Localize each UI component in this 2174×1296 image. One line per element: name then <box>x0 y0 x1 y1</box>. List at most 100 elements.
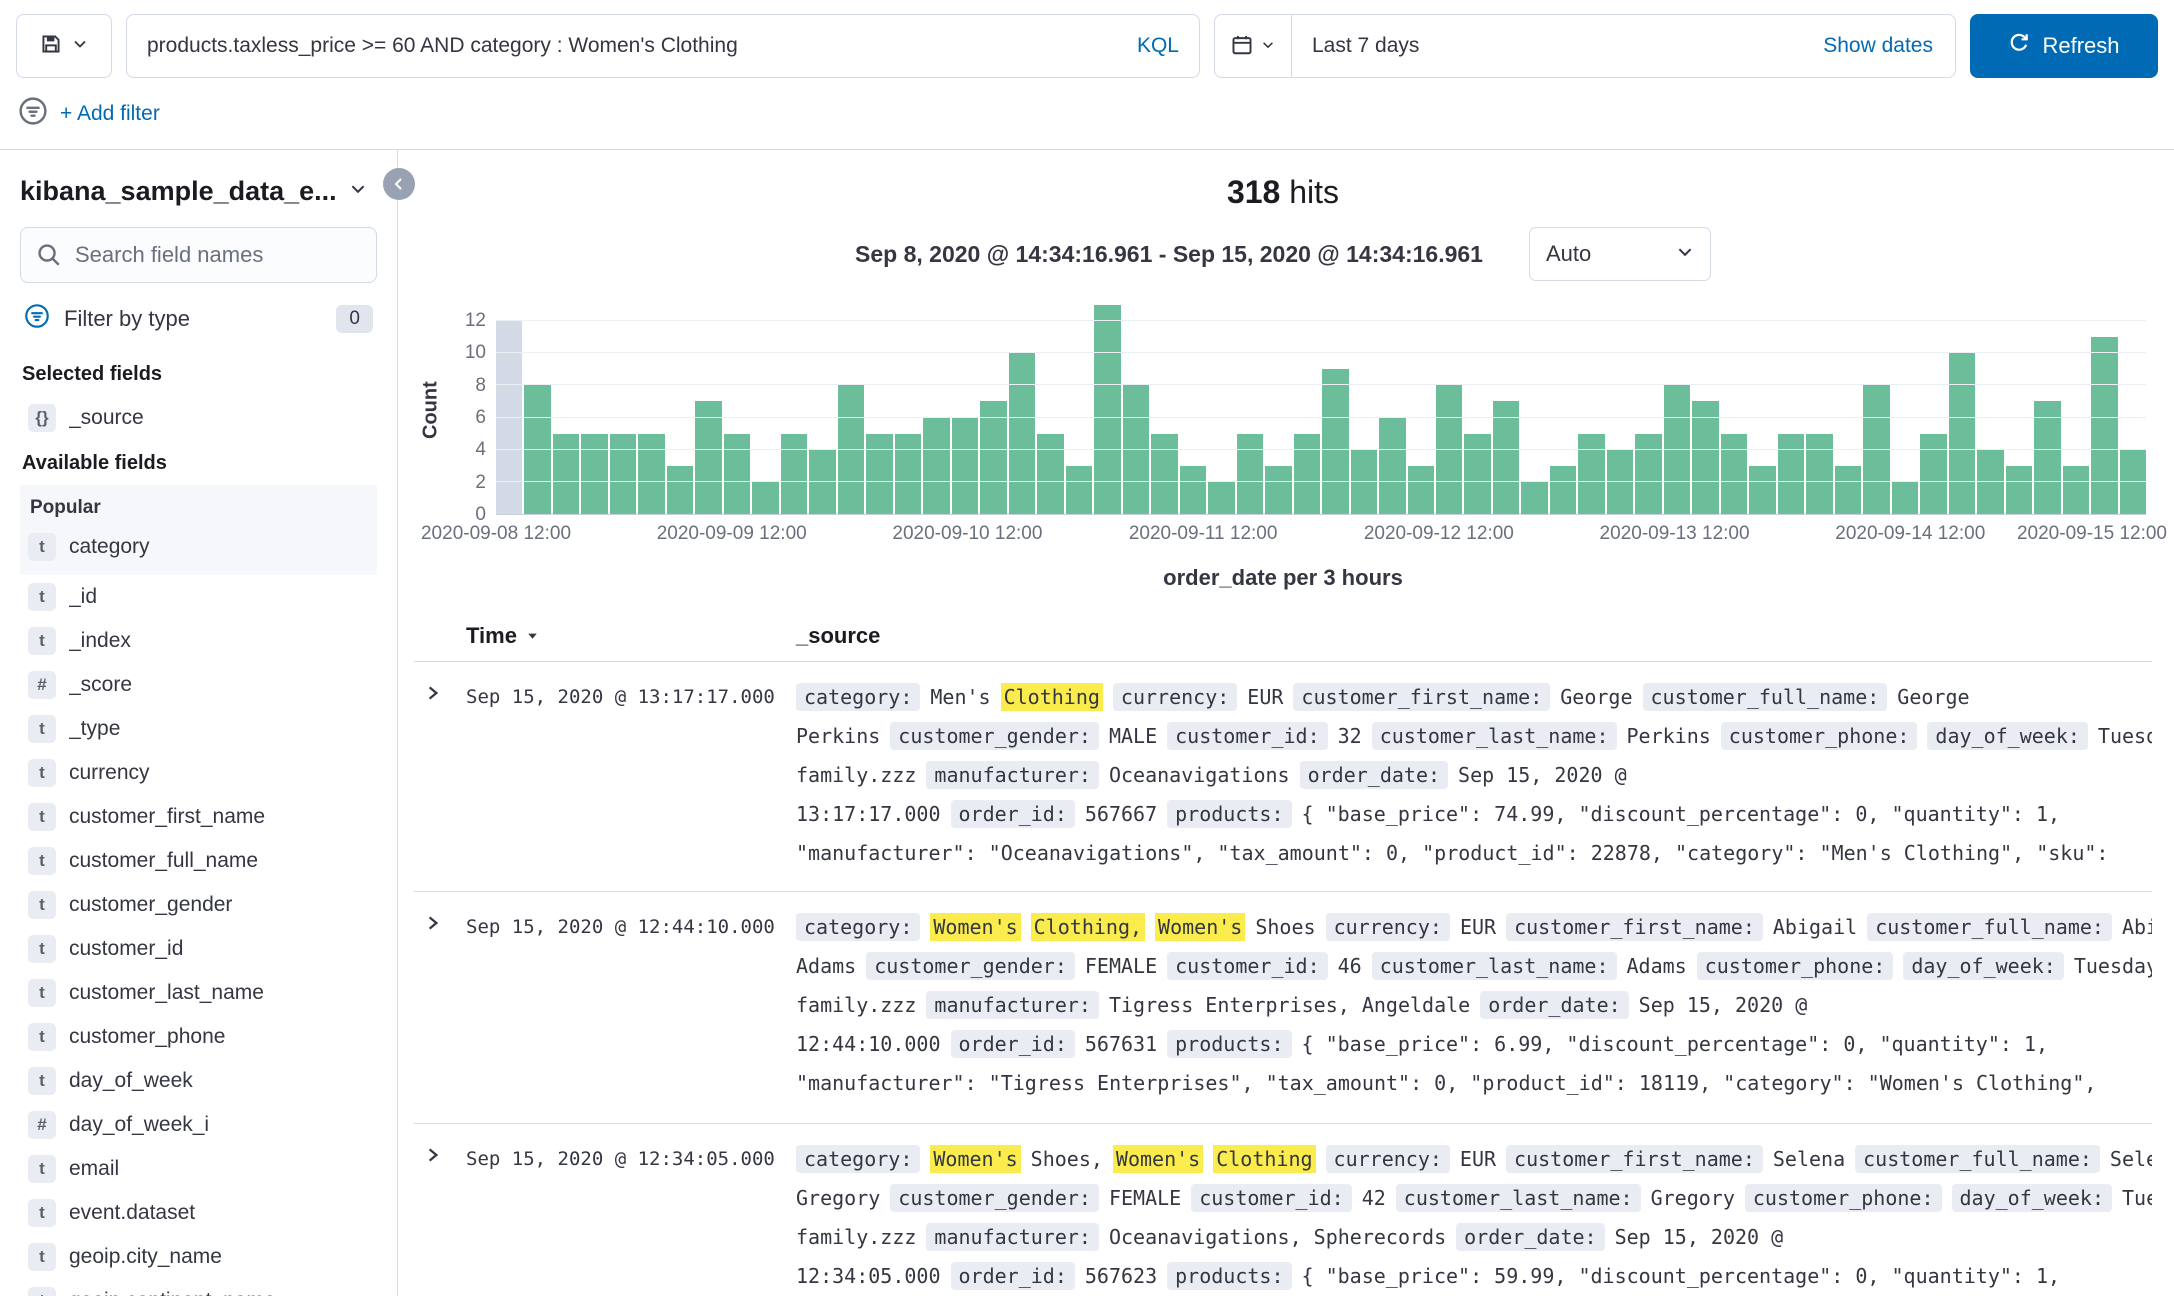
histogram-bar <box>752 481 779 514</box>
index-pattern-selector[interactable]: kibana_sample_data_e... <box>20 176 377 207</box>
histogram-bar <box>581 433 608 514</box>
field-item-category[interactable]: t category <box>20 525 377 569</box>
field-item-geoip.continent_name[interactable]: t geoip.continent_name <box>20 1279 377 1296</box>
filter-menu-icon[interactable] <box>18 96 48 131</box>
document-row: Sep 15, 2020 @ 12:34:05.000 category: Wome… <box>414 1124 2152 1296</box>
filter-by-type-button[interactable]: Filter by type 0 <box>20 297 377 351</box>
field-name: customer_gender <box>69 893 233 916</box>
field-item-_type[interactable]: t _type <box>20 707 377 751</box>
field-item-_source[interactable]: {} _source <box>20 396 377 440</box>
histogram-plot[interactable] <box>496 305 2147 515</box>
doc-field-name: products: <box>1167 1030 1292 1058</box>
gridline <box>496 352 2146 354</box>
saved-query-menu-button[interactable] <box>16 14 112 78</box>
histogram-bar <box>1008 353 1036 514</box>
field-item-customer_last_name[interactable]: t customer_last_name <box>20 971 377 1015</box>
doc-field-value: EUR <box>1459 1147 1497 1171</box>
field-item-day_of_week_i[interactable]: # day_of_week_i <box>20 1103 377 1147</box>
sort-descending-icon[interactable] <box>525 623 540 649</box>
show-dates-button[interactable]: Show dates <box>1801 34 1955 58</box>
histogram-bar <box>1151 433 1178 514</box>
histogram-bar <box>1749 465 1776 514</box>
field-item-_id[interactable]: t _id <box>20 575 377 619</box>
table-rows: Sep 15, 2020 @ 13:17:17.000 category: Men'… <box>414 662 2152 1296</box>
hits-label: hits <box>1289 174 1340 210</box>
histogram-bar <box>780 433 808 514</box>
timepicker-calendar-button[interactable] <box>1215 15 1292 77</box>
field-name: customer_full_name <box>69 849 259 872</box>
doc-field-name: customer_id: <box>1167 952 1328 980</box>
field-item-customer_first_name[interactable]: t customer_first_name <box>20 795 377 839</box>
field-item-day_of_week[interactable]: t day_of_week <box>20 1059 377 1103</box>
y-tick-label: 4 <box>475 439 486 461</box>
field-type-t-icon: t <box>28 1199 56 1227</box>
doc-field-name: products: <box>1167 1262 1292 1290</box>
histogram-bar <box>1407 465 1434 514</box>
doc-field-name: customer_gender: <box>866 952 1075 980</box>
y-tick-label: 8 <box>475 374 486 396</box>
doc-field-value: Men's <box>930 685 991 709</box>
field-type-t-icon: t <box>28 583 56 611</box>
doc-field-name: day_of_week: <box>1951 1184 2112 1212</box>
histogram-bar <box>1464 433 1491 514</box>
doc-field-name: customer_full_name: <box>1642 683 1888 711</box>
field-type-src-icon: {} <box>28 404 56 432</box>
expand-row-button[interactable] <box>414 678 446 705</box>
doc-field-value: 46 <box>1337 954 1362 978</box>
field-item-_index[interactable]: t _index <box>20 619 377 663</box>
search-icon <box>36 242 62 273</box>
time-column-header[interactable]: Time <box>466 623 517 649</box>
field-type-t-icon: t <box>28 1023 56 1051</box>
search-field-names-input[interactable] <box>20 227 377 283</box>
field-item-customer_id[interactable]: t customer_id <box>20 927 377 971</box>
time-range-display: Sep 8, 2020 @ 14:34:16.961 - Sep 15, 202… <box>855 240 1483 267</box>
field-item-customer_phone[interactable]: t customer_phone <box>20 1015 377 1059</box>
histogram-bar <box>1379 417 1406 514</box>
field-name: _index <box>69 629 131 652</box>
chevron-down-icon <box>72 36 88 57</box>
histogram-bar <box>1948 353 1976 514</box>
collapse-sidebar-button[interactable] <box>383 168 415 200</box>
doc-field-value: Oceanavigations <box>1108 763 1290 787</box>
query-text[interactable]: products.taxless_price >= 60 AND categor… <box>147 34 1123 58</box>
histogram-bar <box>894 433 922 514</box>
doc-source: category: Women's Shoes, Women's Clothing cur… <box>796 1140 2152 1296</box>
hits-number: 318 <box>1226 174 1281 210</box>
refresh-button[interactable]: Refresh <box>1970 14 2158 78</box>
field-item-email[interactable]: t email <box>20 1147 377 1191</box>
doc-field-value: Perkins <box>1626 724 1711 748</box>
field-type-t-icon: t <box>28 1155 56 1183</box>
doc-field-name: customer_last_name: <box>1371 722 1617 750</box>
histogram-bar <box>1293 433 1321 514</box>
doc-field-name: customer_first_name: <box>1293 683 1551 711</box>
x-tick-label: 2020-09-09 12:00 <box>656 523 807 544</box>
histogram-bar <box>1208 481 1235 514</box>
field-name: customer_phone <box>69 1025 226 1048</box>
doc-field-name: manufacturer: <box>926 761 1099 789</box>
field-item-geoip.city_name[interactable]: t geoip.city_name <box>20 1235 377 1279</box>
histogram-bar <box>1265 465 1292 514</box>
query-input[interactable]: products.taxless_price >= 60 AND categor… <box>126 14 1200 78</box>
histogram-bar <box>951 417 979 514</box>
timepicker-quick-range[interactable]: Last 7 days <box>1292 34 1801 58</box>
field-item-_score[interactable]: # _score <box>20 663 377 707</box>
expand-row-button[interactable] <box>414 1140 446 1167</box>
field-item-customer_full_name[interactable]: t customer_full_name <box>20 839 377 883</box>
x-tick-label: 2020-09-10 12:00 <box>892 523 1043 544</box>
doc-field-value: Oceanavigations, Spherecords <box>1108 1225 1447 1249</box>
doc-field-name: order_date: <box>1299 761 1449 789</box>
add-filter-button[interactable]: + Add filter <box>60 102 160 126</box>
interval-select[interactable]: Auto <box>1528 227 1711 281</box>
discover-main: 318 hits Sep 8, 2020 @ 14:34:16.961 - Se… <box>398 150 2174 1296</box>
field-item-currency[interactable]: t currency <box>20 751 377 795</box>
field-item-customer_gender[interactable]: t customer_gender <box>20 883 377 927</box>
field-type-t-icon: t <box>28 979 56 1007</box>
histogram-chart: Count 0 2 4 6 8 10 12 2020-09-08 12:00 2020-09-… <box>414 305 2167 557</box>
expand-row-button[interactable] <box>414 908 446 935</box>
doc-field-name: order_id: <box>950 800 1075 828</box>
field-item-event.dataset[interactable]: t event.dataset <box>20 1191 377 1235</box>
histogram-bar <box>1777 433 1805 514</box>
calendar-icon <box>1231 34 1253 59</box>
kql-language-button[interactable]: KQL <box>1137 34 1179 58</box>
histogram-bar <box>2034 401 2061 514</box>
